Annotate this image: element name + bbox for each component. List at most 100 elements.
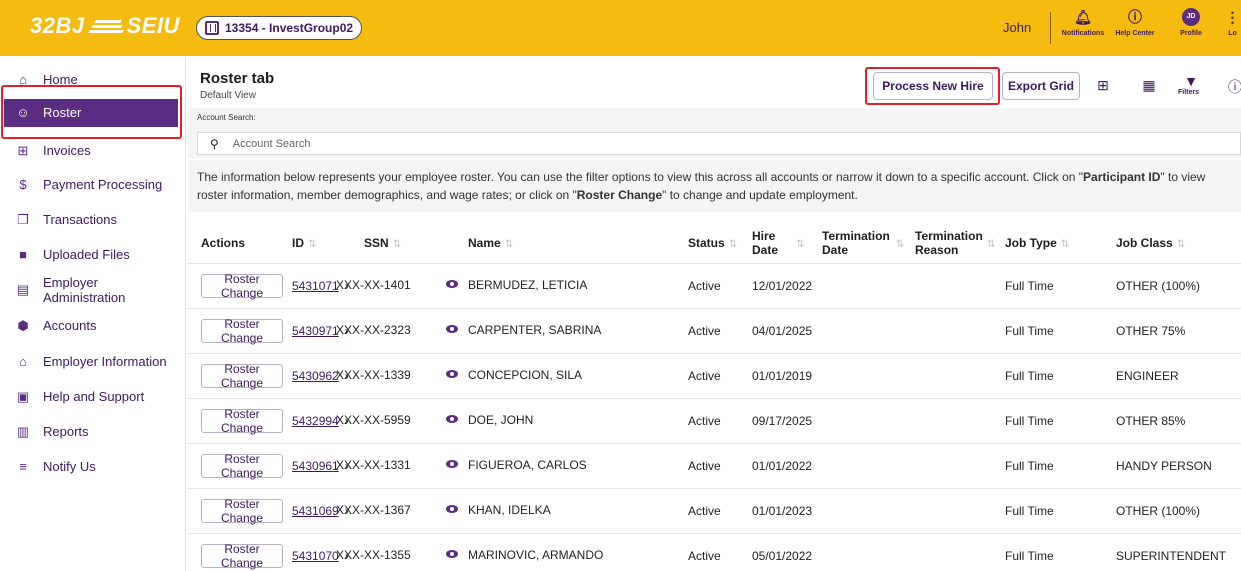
sidebar-item-employer-information[interactable]: ⌂ Employer Information — [0, 354, 186, 370]
account-label: 13354 - InvestGroup02 — [225, 21, 354, 35]
column-header-hire-date[interactable]: Hire Date — [752, 229, 778, 257]
job-class: OTHER (100%) — [1116, 279, 1201, 293]
hexagon-icon: ⬢ — [17, 318, 29, 333]
account-selector[interactable]: 13354 - InvestGroup02 — [196, 16, 363, 40]
status: Active — [688, 504, 721, 518]
sidebar-item-label: Uploaded Files — [43, 247, 130, 262]
eye-icon[interactable] — [446, 415, 458, 423]
search-icon: ⚲ — [210, 136, 219, 151]
sidebar — [0, 56, 186, 571]
export-grid-button[interactable]: Export Grid — [1002, 72, 1080, 100]
column-header-job-type[interactable]: Job Type ⇅ — [1005, 236, 1069, 252]
employee-name: MARINOVIC, ARMANDO — [468, 548, 604, 562]
process-new-hire-button[interactable]: Process New Hire — [873, 72, 993, 100]
sort-icon: ⇅ — [728, 239, 738, 250]
eye-icon[interactable] — [446, 505, 458, 513]
column-settings-icon[interactable]: ⊞ — [1094, 77, 1112, 94]
roster-change-button[interactable]: Roster Change — [201, 272, 283, 300]
sort-icon: ⇅ — [1176, 239, 1186, 250]
sidebar-item-employer-administration[interactable]: ▤ Employer Administration — [0, 275, 186, 305]
eye-icon[interactable] — [446, 550, 458, 558]
logout-icon: ⋮ — [1225, 9, 1240, 25]
ssn: XXX-XX-1339 — [336, 368, 411, 382]
job-type: Full Time — [1005, 324, 1054, 338]
hire-date: 01/01/2019 — [752, 369, 813, 383]
sidebar-item-label: Employer — [43, 275, 98, 290]
hire-date: 01/01/2022 — [752, 459, 813, 473]
eye-icon[interactable] — [446, 280, 458, 288]
help-center-button[interactable]: ⓘ Help Center — [1112, 8, 1158, 37]
participant-id[interactable]: 5432994 — [292, 414, 339, 428]
eye-icon[interactable] — [446, 370, 458, 378]
filter-icon[interactable]: ▼ — [1182, 73, 1200, 89]
sidebar-item-home[interactable]: ⌂ Home — [0, 72, 186, 88]
status: Active — [688, 369, 721, 383]
sidebar-item-notify-us[interactable]: ≡ Notify Us — [0, 459, 186, 475]
participant-id[interactable]: 5431071 — [292, 279, 339, 293]
logout-button[interactable]: ⋮ Lo — [1224, 8, 1241, 37]
ssn: XXX-XX-1401 — [336, 278, 411, 292]
sidebar-item-uploaded-files[interactable]: ■ Uploaded Files — [0, 247, 186, 263]
header-divider — [1050, 12, 1051, 44]
column-header-termination-reason[interactable]: Termination Reason — [915, 229, 983, 257]
help-icon[interactable]: ⓘ — [1228, 77, 1241, 97]
job-class: ENGINEER — [1116, 369, 1179, 383]
job-class: OTHER 75% — [1116, 324, 1186, 338]
sort-icon: ⇅ — [392, 239, 402, 250]
brand-logo[interactable]: 32BJ SEIU — [30, 13, 180, 39]
ssn: XXX-XX-2323 — [336, 323, 411, 337]
column-header-termination-date[interactable]: Termination Date — [822, 229, 890, 257]
people-icon: ☺ — [16, 105, 30, 120]
logo-flag-icon — [87, 18, 124, 34]
profile-button[interactable]: JD Profile — [1176, 8, 1206, 37]
column-header-job-class[interactable]: Job Class ⇅ — [1116, 236, 1185, 252]
job-type: Full Time — [1005, 549, 1054, 563]
hire-date-sort-icon[interactable]: ⇅ — [792, 236, 804, 252]
sidebar-item-help-and-support[interactable]: ▣ Help and Support — [0, 389, 186, 405]
participant-id[interactable]: 5430971 — [292, 324, 339, 338]
filters-label[interactable]: Filters — [1178, 89, 1199, 96]
sidebar-item-label: Employer Information — [43, 354, 167, 369]
eye-icon[interactable] — [446, 325, 458, 333]
column-header-id[interactable]: ID ⇅ — [292, 236, 316, 252]
sidebar-item-payment-processing[interactable]: $ Payment Processing — [0, 177, 186, 193]
column-header-status[interactable]: Status ⇅ — [688, 236, 737, 252]
employee-name: DOE, JOHN — [468, 413, 534, 427]
account-search-input[interactable]: ⚲ Account Search — [197, 132, 1241, 155]
sort-icon: ⇅ — [308, 239, 317, 250]
sidebar-item-accounts[interactable]: ⬢ Accounts — [0, 318, 186, 334]
eye-icon[interactable] — [446, 460, 458, 468]
roster-change-button[interactable]: Roster Change — [201, 362, 283, 390]
help-center-label: Help Center — [1115, 30, 1155, 37]
logout-label: Lo — [1228, 30, 1237, 37]
notifications-button[interactable]: 🔔︎ Notifications — [1058, 8, 1108, 37]
hire-date: 04/01/2025 — [752, 324, 813, 338]
sidebar-item-invoices[interactable]: ⊞ Invoices — [0, 143, 186, 159]
roster-change-button[interactable]: Roster Change — [201, 407, 283, 435]
roster-change-button[interactable]: Roster Change — [201, 497, 283, 525]
sidebar-item-label: Home — [43, 72, 78, 87]
employee-name: CONCEPCION, SILA — [468, 368, 583, 382]
job-class: SUPERINTENDENT — [1116, 549, 1227, 563]
column-header-ssn[interactable]: SSN ⇅ — [364, 236, 401, 252]
sidebar-item-roster[interactable]: ☺ Roster — [4, 99, 178, 127]
participant-id[interactable]: 5431070 — [292, 549, 339, 563]
report-icon: ▥ — [16, 424, 30, 439]
grid-layout-icon[interactable]: ▦ — [1140, 77, 1158, 94]
roster-change-button[interactable]: Roster Change — [201, 542, 283, 570]
termination-date-sort-icon[interactable]: ⇅ — [892, 236, 904, 252]
participant-id[interactable]: 5430962 — [292, 369, 339, 383]
hire-date: 01/01/2023 — [752, 504, 813, 518]
sidebar-item-label: Payment Processing — [43, 177, 163, 192]
sidebar-item-label: Transactions — [43, 212, 117, 227]
sidebar-item-label-line2: Administration — [43, 290, 126, 305]
roster-change-button[interactable]: Roster Change — [201, 317, 283, 345]
sidebar-item-reports[interactable]: ▥ Reports — [0, 424, 186, 440]
termination-reason-sort-icon[interactable]: ⇅ — [983, 236, 995, 252]
status: Active — [688, 459, 721, 473]
sidebar-item-transactions[interactable]: ❐ Transactions — [0, 212, 186, 228]
participant-id[interactable]: 5430961 — [292, 459, 339, 473]
participant-id[interactable]: 5431069 — [292, 504, 339, 518]
column-header-name[interactable]: Name ⇅ — [468, 236, 513, 252]
roster-change-button[interactable]: Roster Change — [201, 452, 283, 480]
